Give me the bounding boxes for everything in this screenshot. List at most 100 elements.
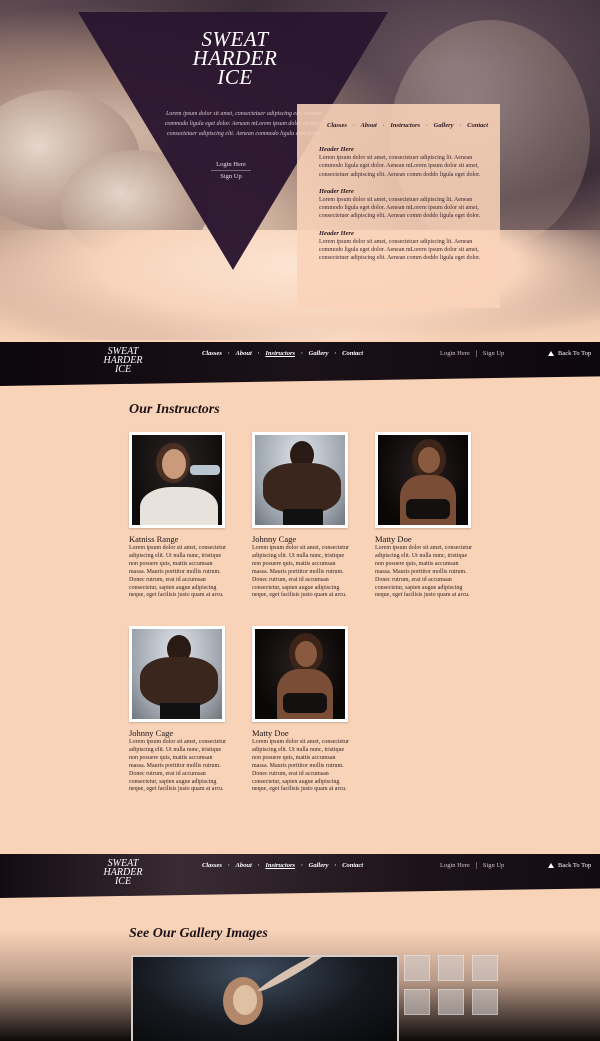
nav-contact[interactable]: Contact bbox=[342, 350, 363, 357]
nav-separator: · bbox=[257, 350, 260, 357]
divider bbox=[211, 170, 251, 171]
logo-line: ICE bbox=[217, 65, 253, 89]
gallery-thumbnail[interactable] bbox=[438, 989, 464, 1015]
side-nav-about[interactable]: About bbox=[361, 122, 377, 129]
nav-separator: · bbox=[227, 862, 230, 869]
nav-separator: · bbox=[301, 350, 303, 357]
dancer-figure bbox=[256, 957, 330, 995]
gallery-thumbnails bbox=[404, 955, 498, 1015]
navbar-logo[interactable]: SWEAT HARDER ICE bbox=[100, 347, 146, 375]
nav-separator: · bbox=[301, 862, 303, 869]
nav-separator: · bbox=[426, 122, 428, 129]
navbar-links: Classes · About · Instructors · Gallery … bbox=[202, 350, 363, 357]
navbar-links: Classes · About · Instructors · Gallery … bbox=[202, 862, 363, 869]
side-article: Header Here Lorem ipsum dolor sit amet, … bbox=[319, 229, 484, 263]
side-nav: Classes · About · Instructors · Gallery … bbox=[327, 122, 497, 129]
nav-gallery[interactable]: Gallery bbox=[309, 350, 329, 357]
side-article: Header Here Lorem ipsum dolor sit amet, … bbox=[319, 145, 484, 179]
article-body: Lorem ipsum dolor sit amet, consectetuer… bbox=[319, 196, 481, 220]
instructor-name: Katniss Range bbox=[129, 534, 179, 544]
side-nav-classes[interactable]: Classes bbox=[327, 122, 347, 129]
navbar-auth: Login Here Sign Up bbox=[440, 350, 504, 357]
gallery-thumbnail[interactable] bbox=[404, 989, 430, 1015]
instructor-card[interactable]: Johnny Cage Lorem ipsum dolor sit amet, … bbox=[129, 626, 227, 794]
instructor-photo bbox=[129, 626, 225, 722]
side-nav-contact[interactable]: Contact bbox=[467, 122, 488, 129]
instructor-bio: Lorem ipsum dolor sit amet, consectetur … bbox=[375, 545, 472, 599]
instructor-photo bbox=[252, 432, 348, 528]
navbar-auth: Login Here Sign Up bbox=[440, 862, 504, 869]
photo-johnny bbox=[132, 629, 222, 719]
back-to-top-button[interactable]: Back To Top bbox=[548, 862, 591, 869]
instructor-name: Johnny Cage bbox=[129, 728, 174, 738]
secondary-navbar: SWEAT HARDER ICE Classes · About · Instr… bbox=[0, 854, 600, 898]
instructor-card[interactable]: Katniss Range Lorem ipsum dolor sit amet… bbox=[129, 432, 227, 600]
gallery-main-image[interactable] bbox=[131, 955, 399, 1041]
divider bbox=[475, 862, 477, 869]
nav-separator: · bbox=[257, 862, 260, 869]
instructor-name: Matty Doe bbox=[375, 534, 412, 544]
back-to-top-label: Back To Top bbox=[558, 862, 592, 869]
nav-classes[interactable]: Classes bbox=[202, 350, 222, 357]
instructor-bio: Lorem ipsum dolor sit amet, consectetur … bbox=[252, 739, 349, 793]
article-heading[interactable]: Header Here bbox=[319, 229, 484, 238]
instructor-name: Matty Doe bbox=[252, 728, 289, 738]
instructor-card[interactable]: Matty Doe Lorem ipsum dolor sit amet, co… bbox=[375, 432, 473, 600]
nav-separator: · bbox=[334, 862, 337, 869]
nav-classes[interactable]: Classes bbox=[202, 862, 222, 869]
back-to-top-button[interactable]: Back To Top bbox=[548, 350, 591, 357]
nav-gallery[interactable]: Gallery bbox=[309, 862, 329, 869]
arrow-up-icon bbox=[548, 863, 554, 868]
instructor-photo bbox=[252, 626, 348, 722]
photo-matty bbox=[378, 435, 468, 525]
hero-login-link[interactable]: Login Here bbox=[196, 160, 266, 169]
instructor-photo bbox=[375, 432, 471, 528]
gallery-thumbnail[interactable] bbox=[472, 955, 498, 981]
side-nav-instructors[interactable]: Instructors bbox=[390, 122, 420, 129]
nav-separator: · bbox=[227, 350, 230, 357]
photo-johnny bbox=[255, 435, 345, 525]
nav-separator: · bbox=[382, 122, 385, 129]
instructor-bio: Lorem ipsum dolor sit amet, consectetur … bbox=[129, 739, 226, 793]
instructors-title: Our Instructors bbox=[129, 402, 220, 417]
side-nav-gallery[interactable]: Gallery bbox=[434, 122, 454, 129]
login-link[interactable]: Login Here bbox=[440, 862, 470, 869]
instructor-card[interactable]: Johnny Cage Lorem ipsum dolor sit amet, … bbox=[252, 432, 350, 600]
logo-line: ICE bbox=[114, 876, 132, 887]
photo-matty bbox=[255, 629, 345, 719]
hero-logo[interactable]: SWEAT HARDER ICE bbox=[150, 29, 320, 89]
instructor-card[interactable]: Matty Doe Lorem ipsum dolor sit amet, co… bbox=[252, 626, 350, 794]
signup-link[interactable]: Sign Up bbox=[483, 862, 505, 869]
instructor-bio: Lorem ipsum dolor sit amet, consectetur … bbox=[252, 545, 349, 599]
nav-instructors[interactable]: Instructors bbox=[265, 350, 295, 357]
login-link[interactable]: Login Here bbox=[440, 350, 470, 357]
divider bbox=[475, 350, 477, 357]
gallery-title: See Our Gallery Images bbox=[129, 926, 268, 941]
hero-signup-link[interactable]: Sign Up bbox=[196, 172, 266, 181]
article-body: Lorem ipsum dolor sit amet, consectetuer… bbox=[319, 238, 481, 262]
instructor-bio: Lorem ipsum dolor sit amet, consectetur … bbox=[129, 545, 226, 599]
arrow-up-icon bbox=[548, 351, 554, 356]
side-articles: Header Here Lorem ipsum dolor sit amet, … bbox=[319, 145, 484, 271]
main-navbar: SWEAT HARDER ICE Classes · About · Instr… bbox=[0, 342, 600, 386]
instructor-photo bbox=[129, 432, 225, 528]
gallery-thumbnail[interactable] bbox=[438, 955, 464, 981]
nav-about[interactable]: About bbox=[236, 350, 252, 357]
nav-separator: · bbox=[459, 122, 462, 129]
logo-line: ICE bbox=[114, 364, 132, 375]
nav-about[interactable]: About bbox=[236, 862, 252, 869]
dancer-figure bbox=[233, 985, 257, 1015]
side-article: Header Here Lorem ipsum dolor sit amet, … bbox=[319, 187, 484, 221]
navbar-logo[interactable]: SWEAT HARDER ICE bbox=[100, 859, 146, 887]
article-heading[interactable]: Header Here bbox=[319, 187, 484, 196]
gallery-thumbnail[interactable] bbox=[472, 989, 498, 1015]
instructor-name: Johnny Cage bbox=[252, 534, 297, 544]
nav-contact[interactable]: Contact bbox=[342, 862, 363, 869]
signup-link[interactable]: Sign Up bbox=[483, 350, 505, 357]
article-heading[interactable]: Header Here bbox=[319, 145, 484, 154]
photo-katniss bbox=[132, 435, 222, 525]
nav-instructors[interactable]: Instructors bbox=[265, 862, 295, 869]
nav-separator: · bbox=[352, 122, 355, 129]
gallery-thumbnail[interactable] bbox=[404, 955, 430, 981]
article-body: Lorem ipsum dolor sit amet, consectetuer… bbox=[319, 155, 481, 178]
